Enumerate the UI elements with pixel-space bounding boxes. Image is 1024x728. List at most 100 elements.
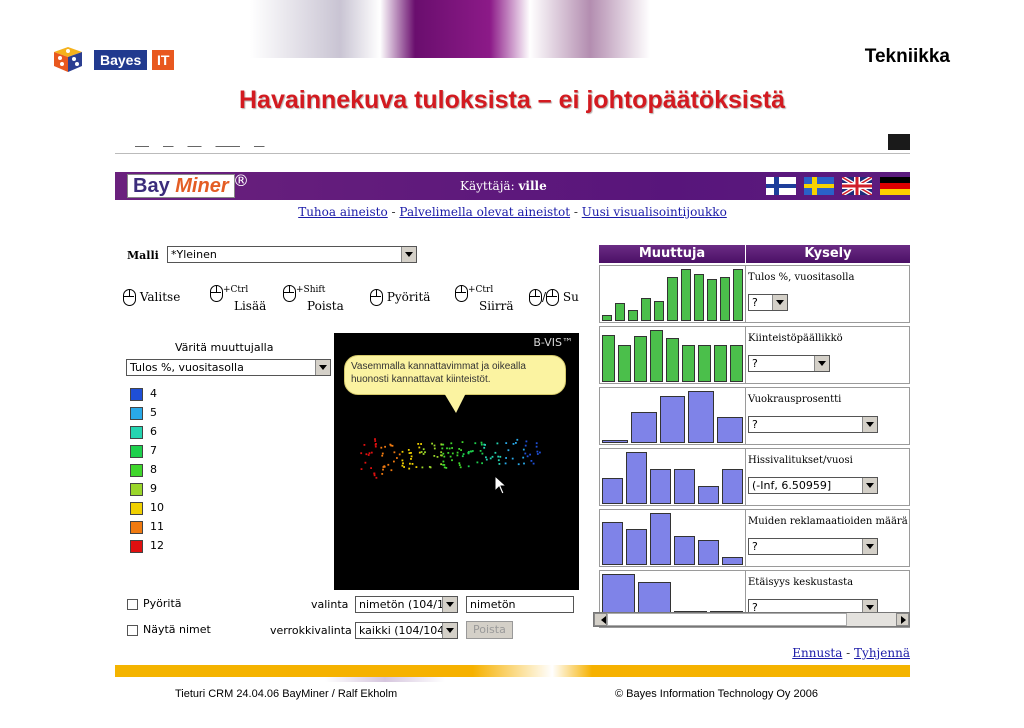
scatter-point[interactable]	[433, 444, 436, 447]
scatter-point[interactable]	[433, 447, 436, 450]
scatter-point[interactable]	[364, 461, 367, 464]
menu-item[interactable]	[254, 135, 265, 148]
scatter-point[interactable]	[483, 446, 486, 449]
scatter-point[interactable]	[522, 448, 525, 451]
scatter-point[interactable]	[461, 441, 464, 443]
scatter-point[interactable]	[420, 451, 423, 453]
scatter-point[interactable]	[449, 455, 452, 458]
scroll-left-icon[interactable]	[594, 613, 607, 626]
scatter-point[interactable]	[445, 467, 448, 469]
scatter-point[interactable]	[507, 449, 510, 452]
scatter-point[interactable]	[442, 463, 444, 466]
forecast-link[interactable]: Ennusta	[792, 646, 842, 660]
scatter-point[interactable]	[458, 462, 461, 465]
scatter-point[interactable]	[498, 463, 501, 465]
scatter-point[interactable]	[440, 451, 443, 454]
scatter-point[interactable]	[393, 460, 395, 463]
scatter-point[interactable]	[494, 451, 497, 454]
scatter-point[interactable]	[442, 460, 445, 463]
variable-histogram[interactable]	[599, 326, 747, 384]
scatter-point[interactable]	[497, 455, 500, 458]
chevron-down-icon[interactable]	[772, 295, 787, 310]
scatter-point[interactable]	[393, 451, 396, 454]
tool-add[interactable]: +Ctrl Lisää	[210, 285, 266, 313]
scatter-point[interactable]	[530, 460, 533, 462]
scatter-point[interactable]	[481, 462, 483, 465]
chevron-down-icon[interactable]	[862, 478, 877, 493]
scatter-point[interactable]	[450, 442, 453, 445]
bvis-visualization[interactable]: B-VIS™ Vasemmalla kannattavimmat ja oike…	[334, 333, 579, 590]
scatter-point[interactable]	[524, 444, 527, 447]
menu-item[interactable]	[163, 135, 174, 148]
scatter-point[interactable]	[401, 464, 404, 467]
scatter-point[interactable]	[402, 462, 404, 465]
new-visualization-set-link[interactable]: Uusi visualisointijoukko	[582, 205, 727, 219]
show-names-checkbox[interactable]: Näytä nimet	[127, 623, 211, 636]
scatter-point[interactable]	[481, 452, 484, 455]
scatter-point[interactable]	[535, 445, 538, 448]
scatter-point[interactable]	[417, 443, 420, 445]
scatter-point[interactable]	[411, 463, 414, 465]
scroll-right-icon[interactable]	[896, 613, 909, 626]
scatter-point[interactable]	[441, 447, 444, 450]
selection-select[interactable]: nimetön (104/1	[355, 596, 458, 613]
scatter-point[interactable]	[407, 449, 410, 451]
remove-button[interactable]: Poista	[466, 621, 513, 639]
scatter-point[interactable]	[467, 465, 470, 468]
destroy-dataset-link[interactable]: Tuhoa aineisto	[298, 205, 388, 219]
server-datasets-link[interactable]: Palvelimella olevat aineistot	[399, 205, 570, 219]
scatter-point[interactable]	[517, 463, 520, 466]
scatter-point[interactable]	[360, 468, 363, 470]
scatter-point[interactable]	[485, 456, 487, 459]
scatter-point[interactable]	[380, 446, 383, 449]
scatter-point[interactable]	[512, 443, 515, 445]
scatter-point[interactable]	[480, 441, 483, 444]
scatter-point[interactable]	[387, 463, 390, 466]
scatter-point[interactable]	[421, 466, 424, 469]
chevron-down-icon[interactable]	[442, 623, 457, 638]
scatter-point[interactable]	[539, 451, 541, 454]
finland-flag-icon[interactable]	[766, 177, 796, 195]
tool-rotate[interactable]: Pyöritä	[370, 289, 430, 306]
scatter-point[interactable]	[418, 451, 421, 454]
checkbox-box[interactable]	[127, 598, 138, 610]
scatter-point[interactable]	[459, 466, 462, 469]
scatter-point[interactable]	[529, 453, 531, 456]
scatter-point[interactable]	[440, 443, 443, 446]
scatter-point[interactable]	[471, 450, 474, 452]
scatter-point[interactable]	[469, 450, 472, 453]
scatter-point[interactable]	[431, 442, 433, 445]
chevron-down-icon[interactable]	[814, 356, 829, 371]
menu-item[interactable]	[216, 135, 240, 148]
model-select[interactable]: *Yleinen	[167, 246, 417, 263]
scatter-point[interactable]	[381, 454, 384, 457]
color-by-select[interactable]: Tulos %, vuositasolla	[126, 359, 331, 376]
scatter-point[interactable]	[505, 457, 507, 459]
scatter-point[interactable]	[476, 461, 479, 464]
scatter-point[interactable]	[424, 451, 426, 454]
scatter-point[interactable]	[420, 443, 422, 445]
scatter-point[interactable]	[451, 459, 453, 462]
scatter-point[interactable]	[448, 447, 451, 450]
scatter-point[interactable]	[446, 447, 448, 450]
scatter-point[interactable]	[373, 474, 376, 477]
scatter-point[interactable]	[374, 440, 377, 442]
scatter-point[interactable]	[375, 476, 378, 479]
reference-select[interactable]: kaikki (104/104	[355, 622, 458, 639]
chevron-down-icon[interactable]	[862, 539, 877, 554]
scatter-point[interactable]	[403, 466, 405, 468]
scatter-point[interactable]	[532, 462, 535, 465]
scatter-point[interactable]	[428, 466, 431, 468]
scatter-point[interactable]	[422, 453, 425, 455]
scatter-point[interactable]	[410, 452, 412, 454]
scatter-point[interactable]	[440, 454, 442, 457]
scatter-point[interactable]	[443, 455, 446, 458]
scatter-point[interactable]	[433, 455, 436, 457]
scatter-point[interactable]	[381, 473, 384, 475]
checkbox-box[interactable]	[127, 624, 138, 636]
scatter-point[interactable]	[368, 452, 371, 455]
scatter-point[interactable]	[381, 452, 384, 455]
scatter-point[interactable]	[360, 452, 363, 455]
variable-histogram[interactable]	[599, 265, 747, 323]
scatter-point[interactable]	[451, 452, 454, 455]
